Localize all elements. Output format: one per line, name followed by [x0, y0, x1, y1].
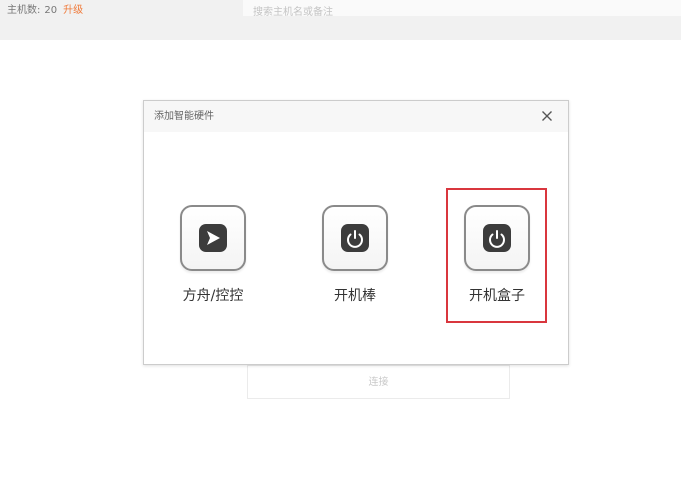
- device-option-label: 开机棒: [334, 288, 376, 304]
- power-icon: [483, 224, 511, 252]
- search-input[interactable]: [243, 4, 681, 21]
- search-box[interactable]: [243, 0, 681, 21]
- ark-play-icon: [199, 224, 227, 252]
- host-count-value: 20: [44, 5, 58, 16]
- host-count: 主机数: 20 升级: [7, 4, 83, 18]
- close-icon: [542, 111, 552, 121]
- power-box-icon-box: [464, 205, 530, 271]
- dialog-title: 添加智能硬件: [154, 111, 214, 122]
- device-option-label: 方舟/控控: [182, 288, 244, 304]
- dialog-header: 添加智能硬件: [144, 101, 568, 132]
- power-stick-icon-box: [322, 205, 388, 271]
- close-button[interactable]: [538, 107, 556, 125]
- device-option-power-stick[interactable]: 开机棒: [305, 205, 405, 335]
- power-icon: [341, 224, 369, 252]
- device-option-ark-kongkong[interactable]: 方舟/控控: [163, 205, 263, 335]
- top-bar: 主机数: 20 升级: [0, 0, 681, 40]
- ark-device-icon-box: [180, 205, 246, 271]
- host-count-label: 主机数:: [7, 5, 41, 16]
- upgrade-link[interactable]: 升级: [63, 5, 83, 16]
- connect-button[interactable]: 连接: [247, 365, 510, 399]
- device-option-label: 开机盒子: [469, 288, 525, 304]
- device-option-power-box[interactable]: 开机盒子: [447, 205, 547, 335]
